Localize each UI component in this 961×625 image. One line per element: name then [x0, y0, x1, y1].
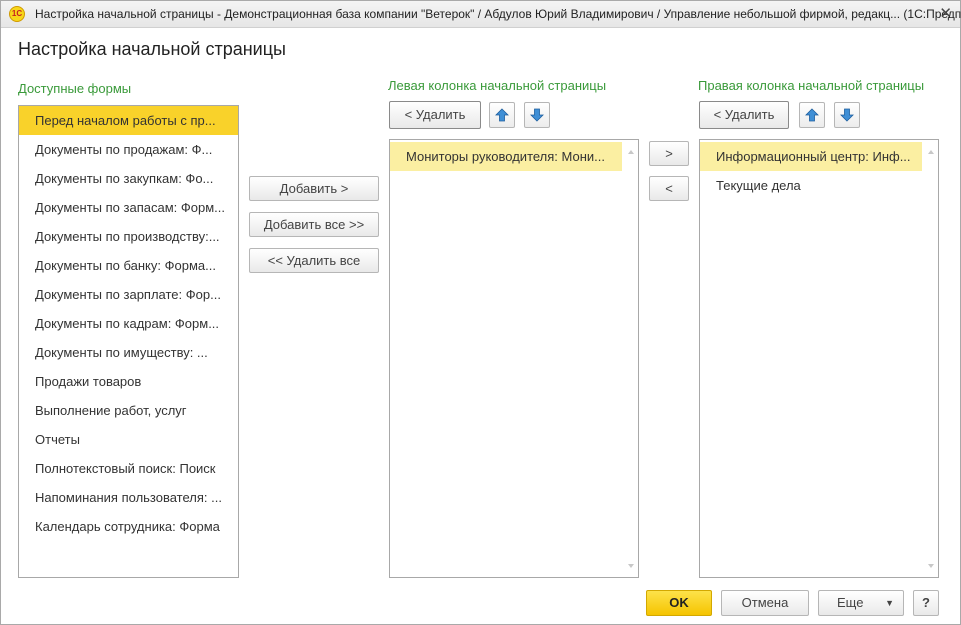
window-title: Настройка начальной страницы - Демонстра… — [35, 7, 961, 21]
scroll-up-icon[interactable] — [927, 148, 935, 156]
right-move-down-button[interactable] — [834, 102, 860, 128]
available-forms-label: Доступные формы — [18, 81, 132, 96]
title-bar: 1С Настройка начальной страницы - Демонс… — [1, 1, 961, 28]
list-item[interactable]: Информационный центр: Инф... — [700, 142, 922, 171]
ok-button[interactable]: OK — [646, 590, 712, 616]
arrow-up-icon — [495, 108, 509, 122]
list-item[interactable]: Документы по продажам: Ф... — [19, 135, 238, 164]
list-item[interactable]: Напоминания пользователя: ... — [19, 483, 238, 512]
list-item[interactable]: Отчеты — [19, 425, 238, 454]
chevron-down-icon: ▼ — [885, 598, 894, 608]
move-left-button[interactable]: < — [649, 176, 689, 201]
list-item[interactable]: Перед началом работы с пр... — [19, 106, 238, 135]
remove-all-button[interactable]: << Удалить все — [249, 248, 379, 273]
cancel-button[interactable]: Отмена — [721, 590, 809, 616]
scroll-down-icon[interactable] — [927, 562, 935, 570]
arrow-down-icon — [530, 108, 544, 122]
left-move-up-button[interactable] — [489, 102, 515, 128]
list-item[interactable]: Документы по кадрам: Форм... — [19, 309, 238, 338]
scroll-down-icon[interactable] — [627, 562, 635, 570]
list-item[interactable]: Документы по банку: Форма... — [19, 251, 238, 280]
list-item[interactable]: Мониторы руководителя: Мони... — [390, 142, 622, 171]
list-item[interactable]: Документы по закупкам: Фо... — [19, 164, 238, 193]
right-column-list[interactable]: Информационный центр: Инф... Текущие дела — [699, 139, 939, 578]
list-item[interactable]: Документы по имуществу: ... — [19, 338, 238, 367]
right-delete-button[interactable]: < Удалить — [699, 101, 789, 129]
list-item[interactable]: Документы по зарплате: Фор... — [19, 280, 238, 309]
right-move-up-button[interactable] — [799, 102, 825, 128]
page-title: Настройка начальной страницы — [18, 39, 286, 59]
more-button-label: Еще — [837, 595, 864, 610]
right-column-label: Правая колонка начальной страницы — [698, 78, 925, 93]
add-all-button[interactable]: Добавить все >> — [249, 212, 379, 237]
move-right-button[interactable]: > — [649, 141, 689, 166]
help-button[interactable]: ? — [913, 590, 939, 616]
list-item[interactable]: Продажи товаров — [19, 367, 238, 396]
list-item[interactable]: Полнотекстовый поиск: Поиск — [19, 454, 238, 483]
scroll-up-icon[interactable] — [627, 148, 635, 156]
arrow-up-icon — [805, 108, 819, 122]
more-button[interactable]: Еще ▼ — [818, 590, 904, 616]
app-logo-icon: 1С — [9, 6, 25, 22]
close-icon[interactable]: ✕ — [939, 4, 952, 22]
left-move-down-button[interactable] — [524, 102, 550, 128]
arrow-down-icon — [840, 108, 854, 122]
list-item[interactable]: Документы по запасам: Форм... — [19, 193, 238, 222]
settings-window: 1С Настройка начальной страницы - Демонс… — [0, 0, 961, 625]
left-column-label: Левая колонка начальной страницы — [388, 78, 607, 93]
left-delete-button[interactable]: < Удалить — [389, 101, 481, 129]
list-item[interactable]: Календарь сотрудника: Форма — [19, 512, 238, 541]
list-item[interactable]: Выполнение работ, услуг — [19, 396, 238, 425]
list-item[interactable]: Документы по производству:... — [19, 222, 238, 251]
add-button[interactable]: Добавить > — [249, 176, 379, 201]
left-column-list[interactable]: Мониторы руководителя: Мони... — [389, 139, 639, 578]
available-forms-list[interactable]: Перед началом работы с пр... Документы по… — [18, 105, 239, 578]
list-item[interactable]: Текущие дела — [700, 171, 922, 200]
